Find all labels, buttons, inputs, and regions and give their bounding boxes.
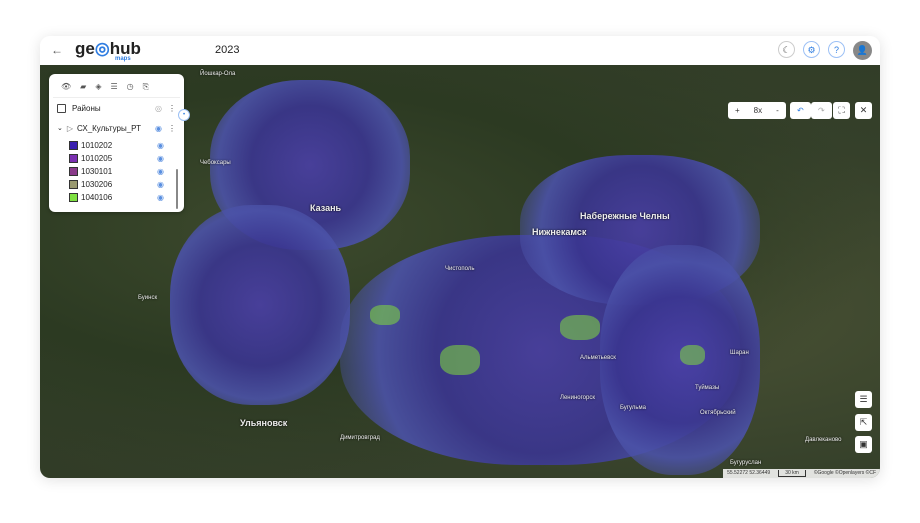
legend-code: 1030101 xyxy=(81,167,113,176)
map-label: Бугуруслан xyxy=(730,460,762,466)
map-label: Давлеканово xyxy=(805,437,842,443)
map-footer: 55.52272 52.36449 30 km ©Google ©Openlay… xyxy=(723,469,880,478)
zoom-control: + 8x - xyxy=(728,102,786,119)
legend-code: 1010205 xyxy=(81,154,113,163)
legend-code: 1040106 xyxy=(81,193,113,202)
layer-row-districts[interactable]: Районы ◎ ⋮ xyxy=(49,101,184,115)
legend-item: 1040106 ◉ xyxy=(49,191,184,204)
redo-icon: ↷ xyxy=(818,106,825,115)
scrollbar[interactable] xyxy=(176,169,178,209)
map-label: Октябрьский xyxy=(700,410,736,416)
legend-item: 1010202 ◉ xyxy=(49,139,184,152)
legend-code: 1010202 xyxy=(81,141,113,150)
map-label: Чебоксары xyxy=(200,160,231,166)
layer-checkbox[interactable] xyxy=(57,103,66,113)
map-label: Нижнекамск xyxy=(532,227,587,237)
map-label: Ульяновск xyxy=(240,418,288,428)
eye-icon[interactable]: ◉ xyxy=(157,167,164,176)
attribution: ©Google ©Openlayers ©CF xyxy=(813,470,876,476)
undo-icon: ↶ xyxy=(797,106,804,115)
crop-area xyxy=(370,305,400,325)
legend-item: 1030101 ◉ xyxy=(49,165,184,178)
zoom-in-button[interactable]: + xyxy=(728,106,747,115)
legend-list-icon[interactable]: ☰ xyxy=(855,391,872,408)
map-label: Йошкар-Ола xyxy=(200,71,236,77)
layers-panel: 👁 ▰ ◈ ☰ ◷ ⎘ Районы ◎ ⋮ ⌄ ▷ СХ_Культуры_РТ… xyxy=(49,74,184,212)
more-icon[interactable]: ⋮ xyxy=(168,124,176,133)
fullscreen-icon[interactable]: ⛶ xyxy=(833,102,850,119)
undo-button[interactable]: ↶ xyxy=(790,102,811,119)
app-window: ← ge◎hub maps 2023 ☾ ⚙ ? 👤 Йошкар-Ола Каз… xyxy=(40,36,880,478)
legend-swatch xyxy=(69,193,78,202)
more-icon[interactable]: ⋮ xyxy=(168,104,176,113)
scale-bar: 30 km xyxy=(778,470,806,477)
map-label: Казань xyxy=(310,203,342,213)
layer-name: СХ_Культуры_РТ xyxy=(77,123,142,133)
zoom-out-button[interactable]: - xyxy=(769,106,786,115)
eye-icon[interactable]: ◉ xyxy=(157,154,164,163)
theme-icon[interactable]: ☾ xyxy=(778,41,795,58)
map-canvas[interactable]: Йошкар-Ола Казань Нижнекамск Набережные … xyxy=(40,65,880,478)
logo-sub: maps xyxy=(115,56,131,62)
header: ← ge◎hub maps 2023 ☾ ⚙ ? 👤 xyxy=(40,36,880,65)
chevron-down-icon[interactable]: ⌄ xyxy=(57,124,63,132)
legend-list-icon[interactable]: ☰ xyxy=(110,82,117,92)
layer-name: Районы xyxy=(72,103,101,113)
history-icon[interactable]: ◷ xyxy=(127,82,134,92)
add-layer-icon[interactable]: ◈ xyxy=(95,82,101,92)
folder-icon[interactable]: ▰ xyxy=(80,82,86,92)
tools-icon[interactable]: ✕ xyxy=(855,102,872,119)
crop-area xyxy=(440,345,480,375)
collapse-panel-button[interactable]: • xyxy=(178,109,190,121)
vector-layer-icon: ▷ xyxy=(66,123,74,133)
map-label: Чистополь xyxy=(445,266,475,272)
legend-swatch xyxy=(69,154,78,163)
crop-area xyxy=(560,315,600,340)
legend-swatch xyxy=(69,167,78,176)
eye-icon[interactable]: ◉ xyxy=(157,193,164,202)
zoom-level: 8x xyxy=(753,106,763,115)
legend-swatch xyxy=(69,180,78,189)
eye-icon[interactable]: ◉ xyxy=(155,124,162,133)
map-label: Альметьевск xyxy=(580,355,616,361)
legend-swatch xyxy=(69,141,78,150)
eye-icon[interactable]: ◉ xyxy=(157,180,164,189)
settings-icon[interactable]: ⚙ xyxy=(803,41,820,58)
legend-item: 1030206 ◉ xyxy=(49,178,184,191)
layers-visibility-icon[interactable]: 👁 xyxy=(61,82,71,92)
basemap-icon[interactable]: ▣ xyxy=(855,436,872,453)
export-icon[interactable]: ⎘ xyxy=(143,82,149,92)
map-label: Туймазы xyxy=(695,385,720,391)
map-label: Шаран xyxy=(730,350,749,356)
coordinates: 55.52272 52.36449 xyxy=(727,470,771,476)
legend-item: 1010205 ◉ xyxy=(49,152,184,165)
user-avatar-icon[interactable]: 👤 xyxy=(853,41,872,60)
eye-off-icon[interactable]: ◎ xyxy=(155,104,162,113)
back-button[interactable]: ← xyxy=(48,41,66,59)
logo[interactable]: ge◎hub maps xyxy=(75,39,141,62)
redo-button[interactable]: ↷ xyxy=(811,102,832,119)
map-label: Димитровград xyxy=(340,435,380,441)
legend-list: 1010202 ◉ 1010205 ◉ 1030101 ◉ 1030206 ◉ 1040… xyxy=(49,139,184,204)
map-label: Лениногорск xyxy=(560,395,595,401)
map-label: Бугульма xyxy=(620,405,646,411)
crop-area xyxy=(170,205,350,405)
extent-icon[interactable]: ⇱ xyxy=(855,414,872,431)
map-label: Набережные Челны xyxy=(580,211,670,221)
eye-icon[interactable]: ◉ xyxy=(157,141,164,150)
layer-row-crops[interactable]: ⌄ ▷ СХ_Культуры_РТ ◉ ⋮ xyxy=(49,121,184,135)
help-icon[interactable]: ? xyxy=(828,41,845,58)
legend-code: 1030206 xyxy=(81,180,113,189)
crop-area xyxy=(680,345,705,365)
year-title: 2023 xyxy=(215,44,240,56)
map-label: Буинск xyxy=(138,295,158,301)
